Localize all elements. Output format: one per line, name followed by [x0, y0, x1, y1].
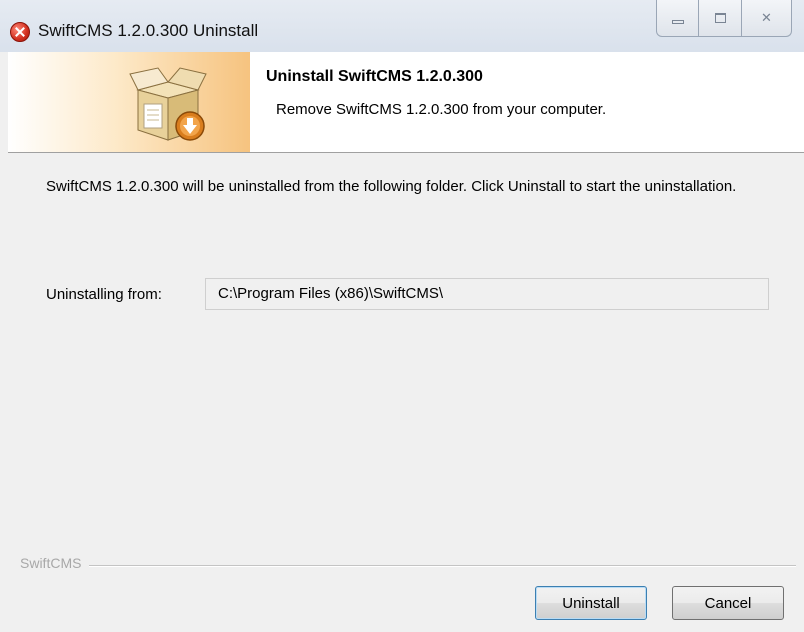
header-banner: Uninstall SwiftCMS 1.2.0.300 Remove Swif… [8, 52, 804, 153]
maximize-icon [714, 13, 726, 23]
brand-label: SwiftCMS [20, 555, 90, 571]
uninstalling-from-label: Uninstalling from: [46, 286, 162, 303]
header-subtitle: Remove SwiftCMS 1.2.0.300 from your comp… [276, 101, 607, 118]
close-button[interactable]: ✕ [742, 0, 792, 37]
window-controls: ✕ [656, 0, 792, 38]
close-icon: ✕ [761, 10, 772, 25]
box-uninstall-icon [129, 67, 207, 141]
title-bar[interactable]: SwiftCMS 1.2.0.300 Uninstall ✕ [0, 0, 804, 52]
header-title: Uninstall SwiftCMS 1.2.0.300 [266, 68, 483, 85]
uninstall-app-icon [10, 22, 30, 42]
uninstall-dialog: SwiftCMS 1.2.0.300 Uninstall ✕ Uninstall… [0, 0, 804, 632]
window-title: SwiftCMS 1.2.0.300 Uninstall [38, 21, 259, 40]
cancel-button[interactable]: Cancel [672, 586, 784, 620]
intro-text: SwiftCMS 1.2.0.300 will be uninstalled f… [46, 178, 737, 195]
minimize-button[interactable] [656, 0, 699, 37]
brand-divider: SwiftCMS [20, 555, 796, 575]
uninstall-button[interactable]: Uninstall [535, 586, 647, 620]
maximize-button[interactable] [699, 0, 742, 37]
uninstall-path-field[interactable]: C:\Program Files (x86)\SwiftCMS\ [205, 278, 769, 310]
minimize-icon [671, 20, 684, 24]
divider-line [20, 565, 796, 567]
